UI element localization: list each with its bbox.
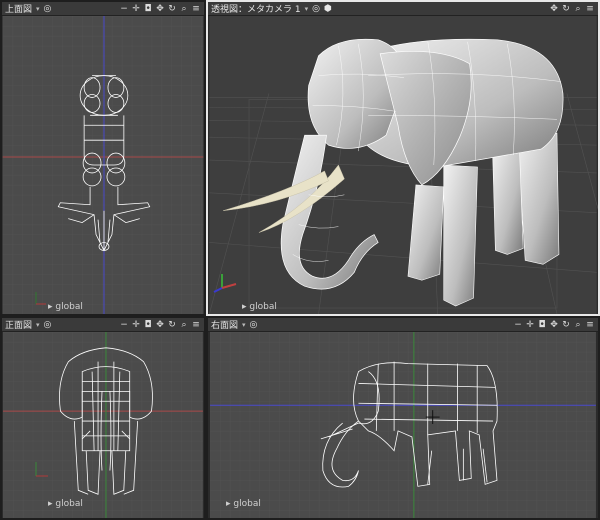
camera-icon[interactable]: ◘ [143,319,153,331]
axis-gizmo-icon [213,274,237,293]
rotate-icon[interactable]: ↻ [561,3,571,15]
camera-icon[interactable]: ◘ [537,319,547,331]
rotate-icon[interactable]: ↻ [167,319,177,331]
pan-icon[interactable]: ✛ [131,319,141,331]
viewport-title[interactable]: 正面図 [5,318,32,331]
viewport-right[interactable]: 右面図 ▾ ◎ − ✛ ◘ ✥ ↻ ⌕ ≡ ▸ global [206,316,600,520]
top-view-drawing [2,16,204,314]
move-icon[interactable]: ✥ [549,3,559,15]
viewport-header: 透視図：メタカメラ 1 ▾ ◎ ⬢ ✥ ↻ ⌕ ≡ [208,2,598,16]
axis-gizmo-icon [35,462,48,477]
viewport-canvas[interactable] [208,16,598,314]
viewport-canvas[interactable] [2,332,204,518]
coord-system-label: ▸ global [48,302,83,312]
camera-icon[interactable]: ◘ [143,3,153,15]
zoom-icon[interactable]: ⌕ [573,319,583,331]
cube-icon[interactable]: ⬢ [324,4,332,14]
dropdown-icon[interactable]: ▾ [305,5,309,13]
viewport-canvas[interactable] [2,16,204,314]
dropdown-icon[interactable]: ▾ [36,321,40,329]
viewport-title[interactable]: 透視図：メタカメラ 1 [211,2,301,15]
viewport-title[interactable]: 上面図 [5,2,32,15]
dropdown-icon[interactable]: ▾ [242,321,246,329]
target-icon[interactable]: ◎ [44,4,52,14]
zoom-icon[interactable]: ⌕ [573,3,583,15]
coord-system-label: ▸ global [226,499,261,509]
viewport-front[interactable]: 正面図 ▾ ◎ − ✛ ◘ ✥ ↻ ⌕ ≡ ▸ global [0,316,206,520]
pan-icon[interactable]: ✛ [131,3,141,15]
menu-icon[interactable]: ≡ [585,319,595,331]
viewport-top[interactable]: 上面図 ▾ ◎ − ✛ ◘ ✥ ↻ ⌕ ≡ ▸ global [0,0,206,316]
zoom-out-icon[interactable]: − [119,319,129,331]
coord-system-label: ▸ global [242,302,277,312]
menu-icon[interactable]: ≡ [585,3,595,15]
perspective-view-drawing [209,16,598,314]
zoom-out-icon[interactable]: − [119,3,129,15]
front-view-drawing [3,332,203,518]
dropdown-icon[interactable]: ▾ [36,5,40,13]
rotate-icon[interactable]: ↻ [167,3,177,15]
coord-system-text: global [55,302,83,312]
viewport-header: 上面図 ▾ ◎ − ✛ ◘ ✥ ↻ ⌕ ≡ [2,2,204,16]
coord-system-text: global [55,499,83,509]
zoom-icon[interactable]: ⌕ [179,319,189,331]
pan-icon[interactable]: ✛ [525,319,535,331]
target-icon[interactable]: ◎ [312,4,320,14]
right-view-drawing [210,332,596,518]
coord-system-text: global [233,499,261,509]
coord-system-text: global [249,302,277,312]
menu-icon[interactable]: ≡ [191,319,201,331]
zoom-out-icon[interactable]: − [513,319,523,331]
rotate-icon[interactable]: ↻ [561,319,571,331]
menu-icon[interactable]: ≡ [191,3,201,15]
zoom-icon[interactable]: ⌕ [179,3,189,15]
target-icon[interactable]: ◎ [250,320,258,330]
viewport-header: 右面図 ▾ ◎ − ✛ ◘ ✥ ↻ ⌕ ≡ [208,318,598,332]
move-icon[interactable]: ✥ [155,3,165,15]
coord-system-label: ▸ global [48,499,83,509]
target-icon[interactable]: ◎ [44,320,52,330]
viewport-header: 正面図 ▾ ◎ − ✛ ◘ ✥ ↻ ⌕ ≡ [2,318,204,332]
viewport-canvas[interactable] [208,332,598,518]
viewport-perspective[interactable]: 透視図：メタカメラ 1 ▾ ◎ ⬢ ✥ ↻ ⌕ ≡ ▸ global [206,0,600,316]
move-icon[interactable]: ✥ [549,319,559,331]
viewport-title[interactable]: 右面図 [211,318,238,331]
move-icon[interactable]: ✥ [155,319,165,331]
